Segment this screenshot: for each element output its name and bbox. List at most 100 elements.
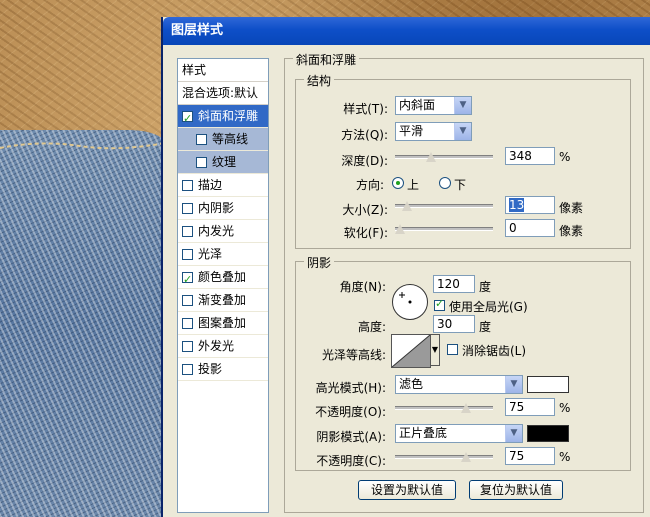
technique-select-value: 平滑 (399, 124, 424, 138)
style-checkbox[interactable] (182, 294, 193, 306)
technique-label: 方法(Q): (341, 128, 388, 142)
depth-input[interactable]: 348 (505, 147, 555, 165)
styles-header[interactable]: 样式 (178, 59, 268, 82)
style-item[interactable]: 纹理 (178, 151, 268, 174)
style-item[interactable]: 图案叠加 (178, 312, 268, 335)
soften-slider[interactable] (395, 223, 493, 235)
crosshair-icon (399, 292, 412, 304)
style-item-label: 斜面和浮雕 (198, 109, 259, 123)
direction-up-label: 上 (407, 178, 420, 192)
style-item-label: 图案叠加 (198, 316, 247, 330)
chevron-down-icon: ▼ (454, 97, 471, 114)
style-item[interactable]: 斜面和浮雕 (178, 105, 268, 130)
blending-options-item[interactable]: 混合选项:默认 (178, 82, 268, 105)
direction-down-label: 下 (454, 178, 467, 192)
style-checkbox[interactable] (182, 340, 193, 352)
gloss-contour-label: 光泽等高线: (321, 348, 386, 362)
style-item[interactable]: 渐变叠加 (178, 289, 268, 312)
technique-select[interactable]: 平滑 ▼ (395, 122, 472, 141)
denim-stitching (0, 141, 170, 150)
slider-thumb[interactable] (461, 403, 471, 413)
size-label: 大小(Z): (342, 203, 388, 217)
make-default-button[interactable]: 设置为默认值 (358, 480, 456, 500)
shadow-mode-value: 正片叠底 (399, 426, 448, 440)
style-item[interactable]: 投影 (178, 358, 268, 381)
style-select-value: 内斜面 (399, 98, 436, 112)
slider-thumb[interactable] (402, 201, 413, 211)
layer-style-dialog: 图层样式 样式 混合选项:默认 斜面和浮雕等高线纹理描边内阴影内发光光泽颜色叠加… (163, 17, 650, 517)
style-checkbox[interactable] (182, 248, 193, 260)
reset-default-button[interactable]: 复位为默认值 (469, 480, 563, 500)
shadow-opacity-slider[interactable] (395, 451, 493, 463)
direction-up-radio[interactable] (392, 177, 404, 189)
style-checkbox[interactable] (196, 156, 207, 168)
structure-fieldset: 结构 样式(T): 内斜面 ▼ 方法(Q): 平滑 ▼ 深度(D): 348 %… (295, 72, 631, 249)
slider-track (395, 155, 493, 159)
gloss-contour-preview[interactable] (391, 334, 431, 368)
style-checkbox[interactable] (182, 363, 193, 375)
highlight-mode-value: 滤色 (399, 377, 424, 391)
style-item[interactable]: 光泽 (178, 243, 268, 266)
slider-thumb[interactable] (461, 452, 471, 462)
anti-alias-checkbox[interactable] (447, 344, 458, 355)
size-slider[interactable] (395, 200, 493, 212)
altitude-input[interactable]: 30 (433, 315, 475, 333)
style-label: 样式(T): (343, 102, 388, 116)
style-item-label: 光泽 (198, 247, 223, 261)
direction-label: 方向: (355, 178, 384, 192)
style-select[interactable]: 内斜面 ▼ (395, 96, 472, 115)
style-checkbox[interactable] (196, 133, 207, 145)
style-item[interactable]: 颜色叠加 (178, 266, 268, 291)
global-light-checkbox[interactable] (434, 297, 445, 311)
style-checkbox[interactable] (182, 179, 193, 191)
highlight-mode-label: 高光模式(H): (315, 381, 386, 395)
soften-input[interactable]: 0 (505, 219, 555, 237)
shading-fieldset: 阴影 角度(N): 120 度 使用全局光(G) 高度: 30 度 光泽等高线: (295, 254, 631, 471)
shadow-opacity-input[interactable]: 75 (505, 447, 555, 465)
style-item-label: 内阴影 (198, 201, 235, 215)
shadow-opacity-unit: % (559, 450, 571, 464)
angle-dial[interactable] (392, 284, 428, 320)
dialog-title: 图层样式 (163, 17, 650, 45)
style-checkbox[interactable] (182, 225, 193, 237)
chevron-down-icon: ▼ (505, 376, 522, 393)
style-item[interactable]: 外发光 (178, 335, 268, 358)
highlight-mode-select[interactable]: 滤色 ▼ (395, 375, 523, 394)
chevron-down-icon: ▼ (505, 425, 522, 442)
style-checkbox[interactable] (182, 269, 193, 291)
shadow-opacity-label: 不透明度(C): (316, 454, 386, 468)
slider-track (395, 227, 493, 231)
style-item-label: 外发光 (198, 339, 235, 353)
angle-label: 角度(N): (339, 280, 386, 294)
style-checkbox[interactable] (182, 202, 193, 214)
style-item-label: 内发光 (198, 224, 235, 238)
slider-thumb[interactable] (425, 152, 436, 162)
depth-slider[interactable] (395, 151, 493, 163)
highlight-opacity-input[interactable]: 75 (505, 398, 555, 416)
style-item[interactable]: 内发光 (178, 220, 268, 243)
bevel-group-title: 斜面和浮雕 (293, 51, 360, 68)
highlight-opacity-slider[interactable] (395, 402, 493, 414)
highlight-color-swatch[interactable] (527, 376, 569, 393)
style-item[interactable]: 描边 (178, 174, 268, 197)
bevel-emboss-panel: 斜面和浮雕 结构 样式(T): 内斜面 ▼ 方法(Q): 平滑 ▼ 深度(D):… (284, 51, 644, 513)
soften-unit: 像素 (559, 224, 584, 238)
direction-down-radio[interactable] (439, 177, 451, 189)
style-item-label: 等高线 (212, 132, 249, 146)
slider-track (395, 455, 493, 459)
style-checkbox[interactable] (182, 108, 193, 130)
chevron-down-icon: ▼ (454, 123, 471, 140)
anti-alias-label: 消除锯齿(L) (462, 344, 527, 358)
shadow-mode-select[interactable]: 正片叠底 ▼ (395, 424, 523, 443)
gloss-contour-dropdown[interactable]: ▼ (430, 334, 440, 366)
angle-input[interactable]: 120 (433, 275, 475, 293)
slider-thumb[interactable] (395, 224, 405, 234)
style-item-label: 描边 (198, 178, 223, 192)
altitude-unit: 度 (479, 320, 492, 334)
size-input[interactable]: 13 (505, 196, 555, 214)
style-item[interactable]: 等高线 (178, 128, 268, 151)
style-item[interactable]: 内阴影 (178, 197, 268, 220)
style-item-label: 投影 (198, 362, 223, 376)
shadow-color-swatch[interactable] (527, 425, 569, 442)
style-checkbox[interactable] (182, 317, 193, 329)
